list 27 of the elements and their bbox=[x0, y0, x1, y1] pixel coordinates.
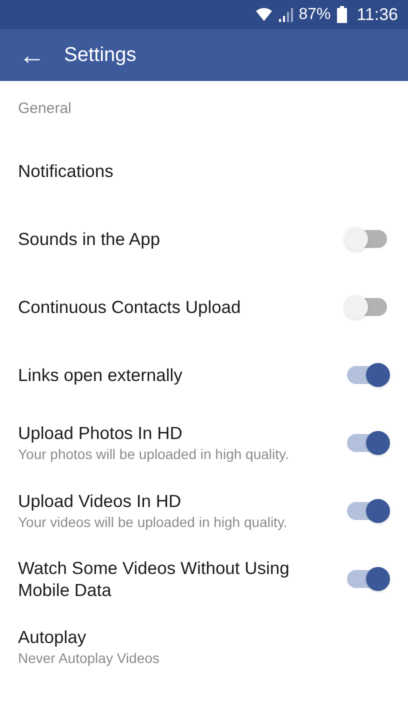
settings-row[interactable]: Notifications bbox=[0, 137, 408, 205]
setting-description: Your photos will be uploaded in high quality. bbox=[18, 445, 290, 464]
setting-label: Watch Some Videos Without Using Mobile Data bbox=[18, 557, 290, 601]
setting-label: Links open externally bbox=[18, 364, 184, 386]
setting-label: Upload Photos In HD bbox=[18, 422, 184, 444]
settings-row[interactable]: Autoplay Never Autoplay Videos bbox=[0, 613, 408, 681]
battery-icon bbox=[336, 6, 347, 23]
settings-row[interactable]: Links open externally bbox=[0, 341, 408, 409]
settings-row[interactable]: Upload Videos In HD Your videos will be uploaded in high quality. bbox=[0, 477, 408, 545]
setting-label: Upload Videos In HD bbox=[18, 490, 182, 512]
battery-percentage: 87% bbox=[298, 4, 331, 24]
section-header: General bbox=[18, 98, 72, 119]
settings-row[interactable]: Upload Photos In HD Your photos will be uploaded in high quality. bbox=[0, 409, 408, 477]
setting-label: Continuous Contacts Upload bbox=[18, 296, 242, 318]
setting-label: Notifications bbox=[18, 160, 114, 182]
setting-label: Sounds in the App bbox=[18, 228, 162, 250]
wifi-icon bbox=[254, 7, 273, 22]
settings-row[interactable]: Watch Some Videos Without Using Mobile Data bbox=[0, 545, 408, 613]
signal-icon bbox=[278, 8, 293, 22]
settings-row[interactable]: Sounds in the App bbox=[0, 205, 408, 273]
setting-description: Your videos will be uploaded in high quality. bbox=[18, 513, 288, 532]
setting-description: Never Autoplay Videos bbox=[18, 649, 160, 668]
setting-label: Autoplay bbox=[18, 626, 88, 648]
settings-row[interactable]: Continuous Contacts Upload bbox=[0, 273, 408, 341]
back-button[interactable]: ← bbox=[18, 42, 46, 68]
screen-title: Settings bbox=[64, 43, 136, 68]
clock: 11:36 bbox=[356, 4, 398, 26]
